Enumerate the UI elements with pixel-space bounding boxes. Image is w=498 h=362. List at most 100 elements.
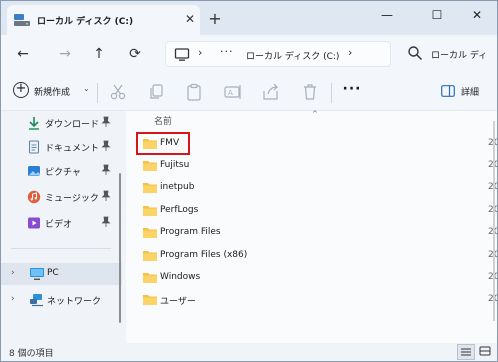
tiles-view-icon — [479, 346, 491, 356]
sidebar-item-label: ピクチャ — [45, 168, 81, 178]
folder-row[interactable]: inetpub 20 — [138, 178, 497, 198]
sidebar-scrollbar[interactable] — [119, 173, 121, 323]
share-icon[interactable] — [260, 82, 282, 102]
folder-icon — [143, 206, 157, 216]
details-view-icon — [461, 348, 471, 356]
pin-icon — [101, 216, 111, 227]
tab-bar: ローカル ディスク (C:) ✕ + — ☐ ✕ — [1, 1, 497, 35]
refresh-button[interactable]: ⟳ — [123, 43, 147, 65]
folder-row[interactable]: Windows 20 — [138, 268, 497, 288]
sort-caret-icon: ^ — [312, 110, 318, 118]
search-box[interactable]: ローカル ディ — [399, 41, 495, 67]
forward-button[interactable]: → — [53, 43, 77, 65]
pc-icon — [174, 48, 190, 61]
documents-icon — [29, 140, 39, 154]
sidebar-item-label: ドキュメント — [45, 144, 100, 154]
folder-name: ユーザー — [160, 297, 196, 307]
more-options-button[interactable]: ··· — [341, 80, 363, 102]
pc-icon — [30, 268, 44, 280]
details-view-button[interactable] — [457, 344, 475, 360]
folder-icon — [143, 183, 157, 193]
folder-icon — [143, 295, 157, 305]
folder-icon — [143, 228, 157, 238]
divider — [11, 248, 111, 249]
folder-name: PerfLogs — [160, 205, 199, 215]
folder-icon — [143, 273, 157, 283]
chevron-right-icon[interactable]: › — [11, 268, 15, 278]
address-bar[interactable]: › ··· ローカル ディスク (C:) › — [165, 41, 391, 67]
sidebar-item-pictures[interactable]: ピクチャ — [27, 161, 119, 181]
item-count: 8 個の項目 — [9, 349, 54, 359]
chevron-down-icon: ⌄ — [83, 84, 90, 93]
close-button[interactable]: ✕ — [455, 1, 497, 31]
folder-name: Windows — [160, 272, 201, 282]
pin-icon — [101, 190, 111, 201]
plus-icon: + — [13, 82, 29, 98]
up-button[interactable]: ↑ — [87, 43, 111, 65]
details-pane-icon — [441, 85, 455, 97]
tiles-view-button[interactable] — [477, 344, 495, 360]
sidebar-item-network[interactable]: › ネットワーク — [1, 289, 122, 311]
sidebar-item-documents[interactable]: ドキュメント — [27, 137, 119, 157]
pin-icon — [101, 140, 111, 151]
status-bar: 8 個の項目 — [1, 343, 497, 361]
search-icon — [408, 46, 423, 61]
cut-icon[interactable] — [107, 82, 129, 102]
delete-icon[interactable] — [299, 82, 321, 102]
chevron-right-icon[interactable]: › — [11, 294, 15, 304]
tab-title: ローカル ディスク (C:) — [37, 17, 134, 27]
details-button[interactable]: 詳細 — [441, 82, 493, 102]
sidebar-item-label: ミュージック — [45, 194, 99, 204]
pin-icon — [101, 116, 111, 127]
sidebar-item-music[interactable]: ミュージック — [27, 187, 119, 207]
details-label: 詳細 — [461, 88, 480, 98]
address-separator: › — [348, 46, 353, 59]
sidebar-item-label: ネットワーク — [47, 297, 102, 307]
search-input[interactable]: ローカル ディ — [431, 48, 487, 61]
explorer-window: ローカル ディスク (C:) ✕ + — ☐ ✕ ← → ↑ ⟳ › ··· ロ… — [0, 0, 498, 362]
back-button[interactable]: ← — [11, 43, 35, 65]
file-list: 名前 ^ FMV 20 Fujitsu 20 inetpub 20 PerfLo… — [126, 110, 497, 343]
folder-name: inetpub — [160, 182, 195, 192]
sidebar-item-label: ダウンロード — [45, 120, 100, 130]
drive-icon — [14, 14, 30, 26]
videos-icon — [28, 217, 40, 229]
navigation-bar: ← → ↑ ⟳ › ··· ローカル ディスク (C:) › ローカル ディ — [1, 35, 497, 73]
paste-icon[interactable] — [183, 82, 205, 102]
copy-icon[interactable] — [145, 82, 167, 102]
navigation-pane: ダウンロード ドキュメント ピクチャ ミュージック ビデオ › PC › ネット… — [1, 111, 122, 343]
sidebar-item-downloads[interactable]: ダウンロード — [27, 113, 119, 133]
file-list-scrollbar[interactable] — [493, 121, 495, 321]
address-separator: › — [198, 46, 203, 59]
sidebar-item-pc[interactable]: › PC — [1, 263, 122, 285]
folder-row[interactable]: Program Files 20 — [138, 223, 497, 243]
sidebar-item-videos[interactable]: ビデオ — [27, 213, 119, 233]
new-tab-button[interactable]: + — [206, 9, 224, 29]
folder-row[interactable]: PerfLogs 20 — [138, 201, 497, 221]
pictures-icon — [28, 166, 40, 176]
tab-local-disk[interactable]: ローカル ディスク (C:) ✕ — [7, 5, 200, 35]
new-label: 新規作成 — [34, 88, 71, 98]
folder-row[interactable]: Program Files (x86) 20 — [138, 246, 497, 266]
new-button[interactable]: + 新規作成 ⌄ — [11, 81, 90, 103]
svg-text:A: A — [228, 89, 233, 97]
folder-name: Program Files (x86) — [160, 250, 248, 260]
folder-row[interactable]: Fujitsu 20 — [138, 156, 497, 176]
minimize-button[interactable]: — — [365, 1, 409, 31]
address-more-button[interactable]: ··· — [220, 45, 234, 58]
download-icon — [29, 117, 39, 130]
command-bar: + 新規作成 ⌄ A ··· 詳細 — [1, 73, 497, 111]
maximize-button[interactable]: ☐ — [415, 1, 459, 31]
address-location[interactable]: ローカル ディスク (C:) — [246, 49, 339, 62]
pin-icon — [101, 164, 111, 175]
folder-icon — [143, 251, 157, 261]
column-header-name[interactable]: 名前 — [154, 114, 172, 127]
folder-icon — [143, 161, 157, 171]
network-icon — [30, 294, 43, 307]
tab-close-icon[interactable]: ✕ — [183, 11, 197, 27]
folder-row[interactable]: ユーザー 20 — [138, 290, 497, 310]
rename-icon[interactable]: A — [222, 82, 244, 102]
folder-name: Fujitsu — [160, 160, 190, 170]
divider — [97, 83, 98, 103]
sidebar-item-label: PC — [47, 268, 59, 278]
